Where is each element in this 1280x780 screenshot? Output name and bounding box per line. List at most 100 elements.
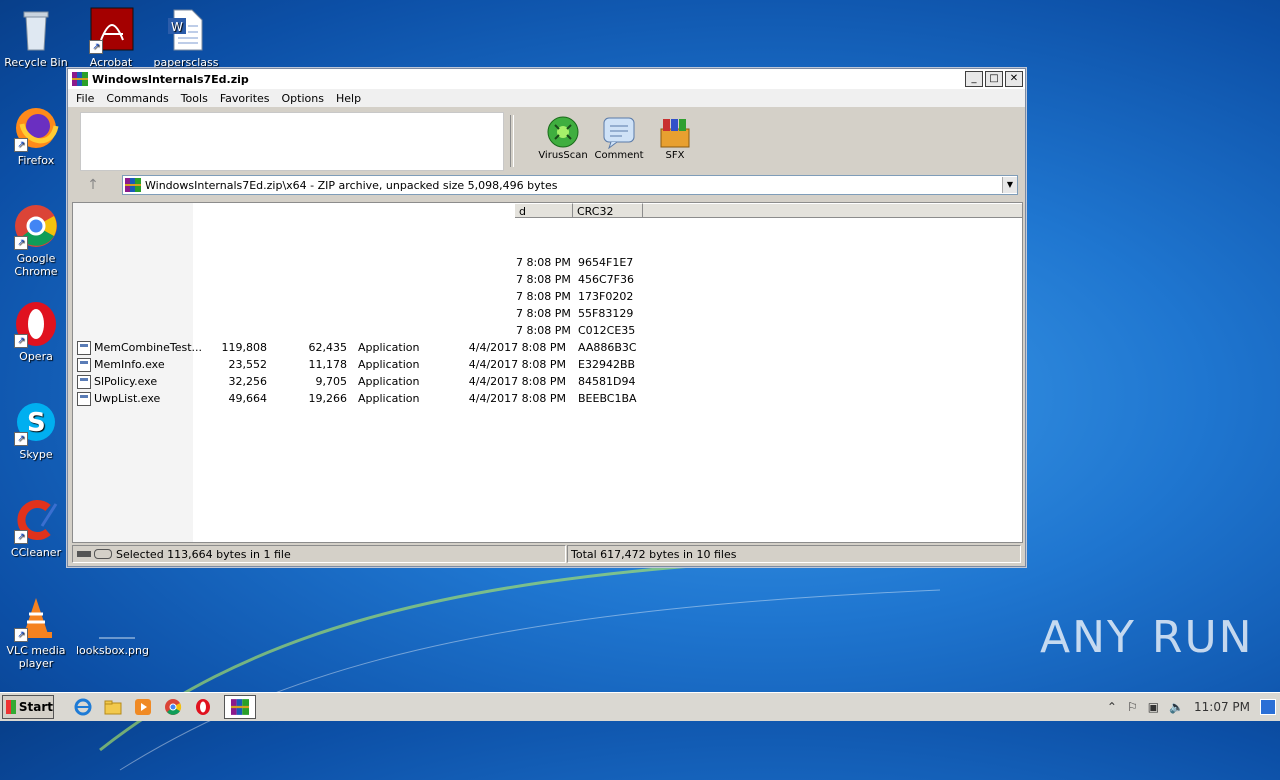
modified-cell: 7 8:08 PM xyxy=(516,273,571,286)
desktop-icon-recycle-bin[interactable]: Recycle Bin xyxy=(1,6,71,69)
drive-icon[interactable] xyxy=(77,551,91,557)
table-row[interactable]: 7 8:08 PM 456C7F36 xyxy=(73,271,1022,288)
size-cell: 32,256 xyxy=(228,375,268,388)
archive-path-field[interactable]: WindowsInternals7Ed.zip\x64 - ZIP archiv… xyxy=(122,175,1018,195)
path-dropdown-button[interactable]: ▼ xyxy=(1002,177,1017,193)
taskbar-chrome-button[interactable] xyxy=(162,696,184,718)
type-cell: Application xyxy=(358,392,420,405)
table-row[interactable]: SlPolicy.exe 32,256 9,705 Application 4/… xyxy=(73,373,1022,390)
up-arrow-icon: ↑ xyxy=(87,177,99,193)
taskbar-explorer-button[interactable] xyxy=(102,696,124,718)
show-desktop-button[interactable] xyxy=(1260,699,1276,715)
table-row[interactable]: 7 8:08 PM 173F0202 xyxy=(73,288,1022,305)
crc-cell: 84581D94 xyxy=(578,375,636,388)
table-row[interactable]: 7 8:08 PM 9654F1E7 xyxy=(73,254,1022,271)
menu-commands[interactable]: Commands xyxy=(100,92,174,105)
comment-label: Comment xyxy=(594,150,644,161)
column-crc32-header[interactable]: CRC32 xyxy=(573,203,643,218)
executable-file-icon xyxy=(77,375,91,389)
close-button[interactable]: ✕ xyxy=(1005,71,1023,87)
taskbar-winrar-button[interactable] xyxy=(224,695,256,719)
shortcut-arrow-icon: ↗ xyxy=(89,40,103,54)
table-row[interactable]: 7 8:08 PM C012CE35 xyxy=(73,322,1022,339)
toolbar-blank-area xyxy=(80,112,504,171)
table-row[interactable]: MemInfo.exe 23,552 11,178 Application 4/… xyxy=(73,356,1022,373)
start-label: Start xyxy=(18,700,53,714)
menu-file[interactable]: File xyxy=(70,92,100,105)
internet-explorer-icon xyxy=(74,698,92,716)
table-row[interactable]: MemCombineTest... 119,808 62,435 Applica… xyxy=(73,339,1022,356)
minimize-button[interactable]: _ xyxy=(965,71,983,87)
desktop-icon-google-chrome[interactable]: ↗ Google Chrome xyxy=(1,202,71,278)
recycle-bin-icon xyxy=(12,6,60,54)
modified-cell: 7 8:08 PM xyxy=(516,324,571,337)
modified-cell: 4/4/2017 8:08 PM xyxy=(468,375,566,388)
network-icon[interactable]: ▣ xyxy=(1148,700,1159,714)
executable-file-icon xyxy=(77,341,91,355)
word-document-icon: W xyxy=(162,6,210,54)
system-tray: ⌃ ⚐ ▣ 🔈 11:07 PM xyxy=(1107,693,1280,721)
maximize-button[interactable]: □ xyxy=(985,71,1003,87)
taskbar-ie-button[interactable] xyxy=(72,696,94,718)
total-status-text: Total 617,472 bytes in 10 files xyxy=(571,547,737,561)
winrar-icon xyxy=(231,699,249,715)
desktop-icon-firefox[interactable]: ↗ Firefox xyxy=(1,104,71,167)
taskbar-opera-button[interactable] xyxy=(192,696,214,718)
desktop-icon-opera[interactable]: ↗ Opera xyxy=(1,300,71,363)
folder-icon xyxy=(104,700,122,715)
table-row[interactable]: 7 8:08 PM 55F83129 xyxy=(73,305,1022,322)
packed-cell: 11,178 xyxy=(308,358,348,371)
desktop-icon-papersclass[interactable]: W papersclass xyxy=(151,6,221,69)
desktop-icon-ccleaner[interactable]: ↗ CCleaner xyxy=(1,496,71,559)
modified-cell: 7 8:08 PM xyxy=(516,290,571,303)
image-file-icon xyxy=(87,594,144,642)
action-center-flag-icon[interactable]: ⚐ xyxy=(1127,700,1138,714)
menu-help[interactable]: Help xyxy=(330,92,367,105)
desktop-icon-looksbox[interactable]: looksbox.png xyxy=(76,594,149,657)
svg-text:W: W xyxy=(171,20,183,34)
menu-favorites[interactable]: Favorites xyxy=(214,92,276,105)
name-cell: MemCombineTest... xyxy=(94,341,203,354)
key-icon[interactable] xyxy=(94,549,112,559)
virusscan-button[interactable]: VirusScan xyxy=(536,115,590,161)
packed-cell: 19,266 xyxy=(308,392,348,405)
firefox-icon: ↗ xyxy=(12,104,60,152)
winrar-window[interactable]: WindowsInternals7Ed.zip _ □ ✕ File Comma… xyxy=(67,68,1026,567)
column-filler-header xyxy=(643,203,1022,218)
crc-cell: 173F0202 xyxy=(578,290,634,303)
skype-icon: S ↗ xyxy=(12,398,60,446)
desktop-icon-acrobat[interactable]: ↗ Acrobat xyxy=(76,6,146,69)
chrome-icon: ↗ xyxy=(12,202,60,250)
desktop-icon-vlc[interactable]: ↗ VLC media player xyxy=(1,594,71,670)
crc-cell: 55F83129 xyxy=(578,307,634,320)
modified-cell: 4/4/2017 8:08 PM xyxy=(468,358,566,371)
desktop-icon-skype[interactable]: S ↗ Skype xyxy=(1,398,71,461)
type-cell: Application xyxy=(358,341,420,354)
column-modified-header[interactable]: d xyxy=(515,203,573,218)
header-blank xyxy=(193,203,515,219)
name-cell: UwpList.exe xyxy=(94,392,161,405)
volume-icon[interactable]: 🔈 xyxy=(1169,700,1184,714)
anyrun-watermark: ANY RUN xyxy=(1040,612,1254,663)
name-cell: MemInfo.exe xyxy=(94,358,165,371)
file-list[interactable]: d CRC32 7 8:08 PM 9654F1E7 7 8:08 PM 456… xyxy=(72,202,1023,543)
name-cell: SlPolicy.exe xyxy=(94,375,158,388)
show-hidden-icons-chevron-icon[interactable]: ⌃ xyxy=(1107,700,1117,714)
menu-options[interactable]: Options xyxy=(276,92,330,105)
packed-cell: 9,705 xyxy=(315,375,348,388)
window-title: WindowsInternals7Ed.zip xyxy=(92,72,249,86)
selection-status: Selected 113,664 bytes in 1 file xyxy=(72,545,566,563)
sfx-button[interactable]: SFX xyxy=(648,115,702,161)
taskbar-media-player-button[interactable] xyxy=(132,696,154,718)
shortcut-arrow-icon: ↗ xyxy=(14,530,28,544)
executable-file-icon xyxy=(77,358,91,372)
comment-button[interactable]: Comment xyxy=(592,115,646,161)
menu-tools[interactable]: Tools xyxy=(175,92,214,105)
up-folder-button[interactable]: ↑ xyxy=(74,175,112,195)
menu-bar: File Commands Tools Favorites Options He… xyxy=(68,89,1025,107)
title-bar[interactable]: WindowsInternals7Ed.zip _ □ ✕ xyxy=(68,69,1025,89)
taskbar: Start ⌃ ⚐ ▣ 🔈 11:07 PM xyxy=(0,692,1280,721)
table-row[interactable]: UwpList.exe 49,664 19,266 Application 4/… xyxy=(73,390,1022,407)
clock[interactable]: 11:07 PM xyxy=(1194,700,1250,714)
start-button[interactable]: Start xyxy=(2,695,54,719)
